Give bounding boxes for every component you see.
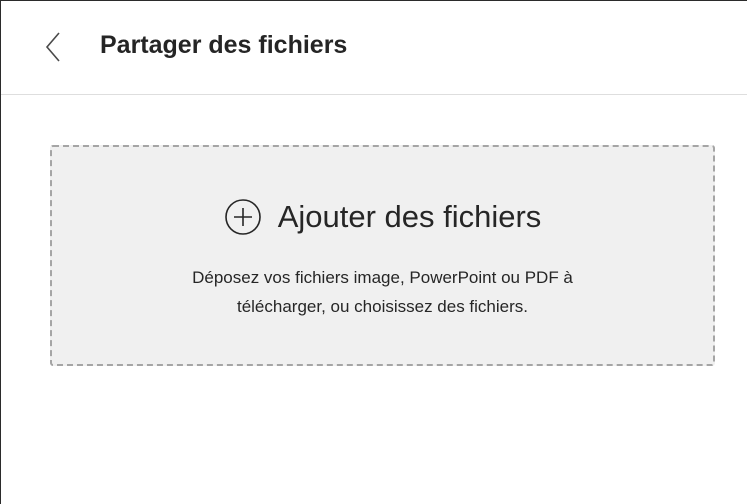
share-files-panel: Partager des fichiers Ajouter des fichie… — [0, 0, 747, 504]
add-files-label: Ajouter des fichiers — [277, 199, 542, 234]
dropzone-hint: Déposez vos fichiers image, PowerPoint o… — [82, 263, 683, 321]
dropzone-hint-line-1: Déposez vos fichiers image, PowerPoint o… — [192, 268, 573, 287]
add-files-button[interactable]: Ajouter des fichiers — [52, 193, 713, 241]
panel-header: Partager des fichiers — [1, 1, 747, 95]
page-title: Partager des fichiers — [100, 31, 348, 59]
chevron-left-icon — [39, 25, 71, 69]
dropzone-hint-line-2: télécharger, ou choisissez des fichiers. — [236, 297, 529, 316]
plus-circle-icon — [224, 198, 262, 236]
back-button[interactable] — [39, 25, 71, 69]
file-dropzone[interactable]: Ajouter des fichiers Déposez vos fichier… — [50, 145, 715, 366]
